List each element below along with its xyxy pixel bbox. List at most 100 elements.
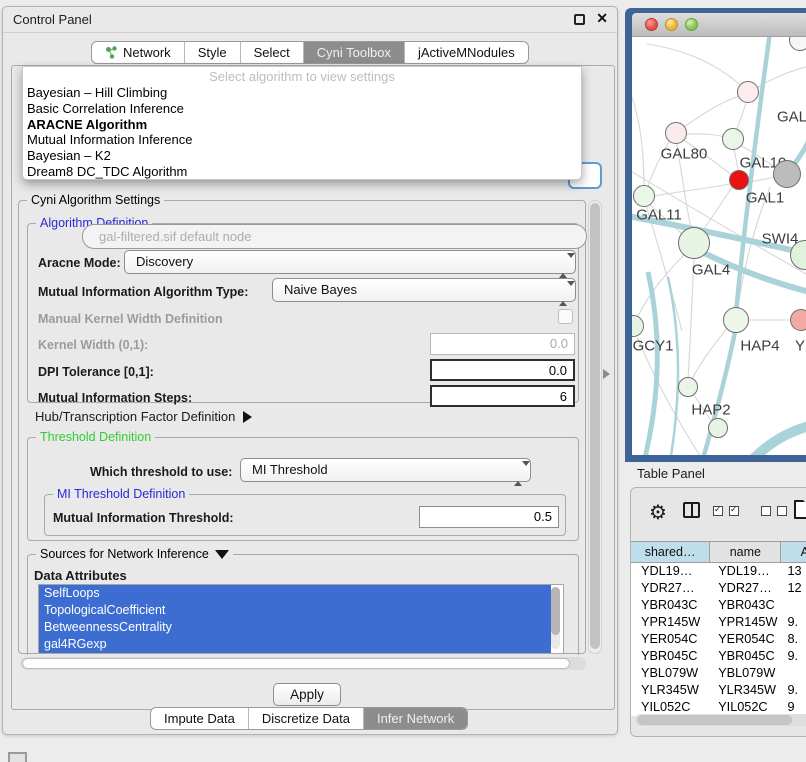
tab-select[interactable]: Select	[240, 42, 303, 63]
sources-legend[interactable]: Sources for Network Inference	[36, 547, 233, 561]
algorithm-option[interactable]: Mutual Information Inference	[23, 132, 581, 148]
table-rows: YDL19…YDL19…13YDR27…YDR27…12YBR043CYBR04…	[631, 563, 806, 716]
algorithm-option[interactable]: Basic Correlation Inference	[23, 101, 581, 117]
network-canvas[interactable]: GALGAL80GAL10GAL1GAL11SWI4GAL4GCY1HAP4YH…	[632, 37, 806, 455]
network-node-hap2[interactable]	[678, 377, 698, 397]
aracne-mode-label: Aracne Mode:	[38, 256, 121, 270]
table-row[interactable]: YDL19…YDL19…13	[631, 563, 806, 580]
table-cell: YBR043C	[631, 597, 710, 614]
hub-definition-expander[interactable]: Hub/Transcription Factor Definition	[35, 409, 252, 424]
gear-icon[interactable]: ⚙	[649, 500, 667, 525]
table-row[interactable]: YER054CYER054C8.	[631, 631, 806, 648]
sources-legend-label: Sources for Network Inference	[40, 547, 209, 561]
table-row[interactable]: YBR043CYBR043C	[631, 597, 806, 614]
deselect-all-checkbox-icon[interactable]	[761, 506, 771, 516]
network-node-gal4[interactable]	[678, 227, 710, 259]
splitter-collapse-icon[interactable]	[603, 369, 610, 379]
close-traffic-light-icon[interactable]	[645, 18, 658, 31]
dpi-tolerance-field[interactable]: 0.0	[430, 359, 575, 381]
mi-threshold-definition-legend: MI Threshold Definition	[53, 487, 189, 501]
network-window-titlebar[interactable]	[632, 13, 806, 37]
network-node-label: GAL1	[746, 190, 784, 207]
table-cell: YBR045C	[631, 648, 710, 665]
table-horizontal-scrollbar[interactable]	[635, 714, 806, 726]
tab-label: Style	[198, 45, 227, 60]
network-node[interactable]	[773, 160, 801, 188]
which-threshold-combo[interactable]: MI Threshold	[240, 458, 531, 482]
network-node[interactable]	[708, 418, 728, 438]
control-panel-window: Control Panel ✕ NetworkStyleSelectCyni T…	[2, 6, 618, 735]
tab-discretize-data[interactable]: Discretize Data	[248, 708, 363, 729]
algorithm-option[interactable]: Bayesian – K2	[23, 148, 581, 164]
hub-definition-label: Hub/Transcription Factor Definition	[35, 409, 235, 424]
stepper-icon	[559, 255, 567, 277]
zoom-traffic-light-icon[interactable]	[685, 18, 698, 31]
column-header-2[interactable]: name	[710, 541, 781, 563]
new-document-icon[interactable]	[794, 500, 806, 519]
mi-type-combo[interactable]: Naive Bayes	[272, 278, 576, 302]
tab-network[interactable]: Network	[92, 42, 184, 63]
tab-infer-network[interactable]: Infer Network	[363, 708, 467, 729]
table-cell: YBR045C	[710, 648, 781, 665]
table-row[interactable]: YDR27…YDR27…12	[631, 580, 806, 597]
manual-kernel-checkbox[interactable]	[558, 309, 573, 324]
data-attributes-label: Data Attributes	[34, 568, 127, 583]
deselect-all-checkbox-icon[interactable]	[777, 506, 787, 516]
table-row[interactable]: YLR345WYLR345W9.	[631, 682, 806, 699]
network-node-gal[interactable]	[737, 81, 759, 103]
table-cell: YDL19…	[631, 563, 710, 580]
dpi-tolerance-label: DPI Tolerance [0,1]:	[38, 365, 154, 379]
network-node-gal1[interactable]	[729, 170, 749, 190]
aracne-mode-value: Discovery	[136, 254, 193, 269]
table-row[interactable]: YBR045CYBR045C9.	[631, 648, 806, 665]
table-cell: 8.	[781, 631, 806, 648]
network-node-label: HAP2	[691, 402, 730, 419]
network-node-y[interactable]	[790, 309, 806, 331]
kernel-width-field[interactable]: 0.0	[430, 333, 575, 355]
sources-group: Sources for Network Inference Data Attri…	[27, 554, 579, 655]
network-selector-combo[interactable]: gal-filtered.sif default node	[82, 224, 587, 249]
column-header-3[interactable]: A	[781, 541, 806, 563]
algorithm-option[interactable]: Dream8 DC_TDC Algorithm	[23, 164, 581, 180]
algorithm-definition-group: Algorithm Definition Aracne Mode: Discov…	[27, 223, 579, 403]
network-node-label: SWI4	[762, 231, 799, 248]
select-all-checkbox-icon[interactable]: ✓	[729, 506, 739, 516]
mi-steps-field[interactable]: 6	[430, 385, 575, 407]
table-cell: YBL079W	[631, 665, 710, 682]
algorithm-option[interactable]: Bayesian – Hill Climbing	[23, 85, 581, 101]
apply-button[interactable]: Apply	[273, 683, 341, 706]
table-cell: 13	[781, 563, 806, 580]
table-cell: 9.	[781, 648, 806, 665]
settings-vertical-scrollbar[interactable]	[588, 200, 602, 654]
aracne-mode-combo[interactable]: Discovery	[124, 250, 576, 274]
tab-impute-data[interactable]: Impute Data	[151, 708, 248, 729]
settings-horizontal-scrollbar[interactable]	[20, 657, 586, 670]
table-cell: YPR145W	[631, 614, 710, 631]
table-cell	[781, 665, 806, 682]
network-node-label: GAL80	[661, 146, 708, 163]
network-node-gal11[interactable]	[633, 185, 655, 207]
select-all-checkbox-icon[interactable]: ✓	[713, 506, 723, 516]
network-node-gal10[interactable]	[722, 128, 744, 150]
stepper-icon	[559, 283, 567, 305]
minimized-panel-icon[interactable]	[8, 752, 27, 762]
tab-cyni-toolbox[interactable]: Cyni Toolbox	[303, 42, 404, 63]
float-window-icon[interactable]	[574, 14, 585, 25]
table-row[interactable]: YBL079WYBL079W	[631, 665, 806, 682]
algorithm-option[interactable]: ARACNE Algorithm	[23, 117, 581, 133]
mi-threshold-field[interactable]: 0.5	[419, 506, 559, 528]
tab-label: Cyni Toolbox	[317, 45, 391, 60]
tab-jactivemnodules[interactable]: jActiveMNodules	[404, 42, 528, 63]
table-toolbar: ⚙ ✓ ✓	[631, 498, 806, 534]
table-row[interactable]: YPR145WYPR145W9.	[631, 614, 806, 631]
network-node-label: Y	[795, 338, 805, 355]
minimize-traffic-light-icon[interactable]	[665, 18, 678, 31]
network-node-gal80[interactable]	[665, 122, 687, 144]
network-node-hap4[interactable]	[723, 307, 749, 333]
tab-style[interactable]: Style	[184, 42, 240, 63]
table-header-row: shared…nameA	[631, 541, 806, 563]
split-columns-icon[interactable]	[683, 502, 700, 518]
close-window-icon[interactable]: ✕	[596, 10, 608, 27]
control-panel-content: gal-filtered.sif default node Select alg…	[11, 65, 615, 710]
column-header-1[interactable]: shared…	[631, 541, 710, 563]
